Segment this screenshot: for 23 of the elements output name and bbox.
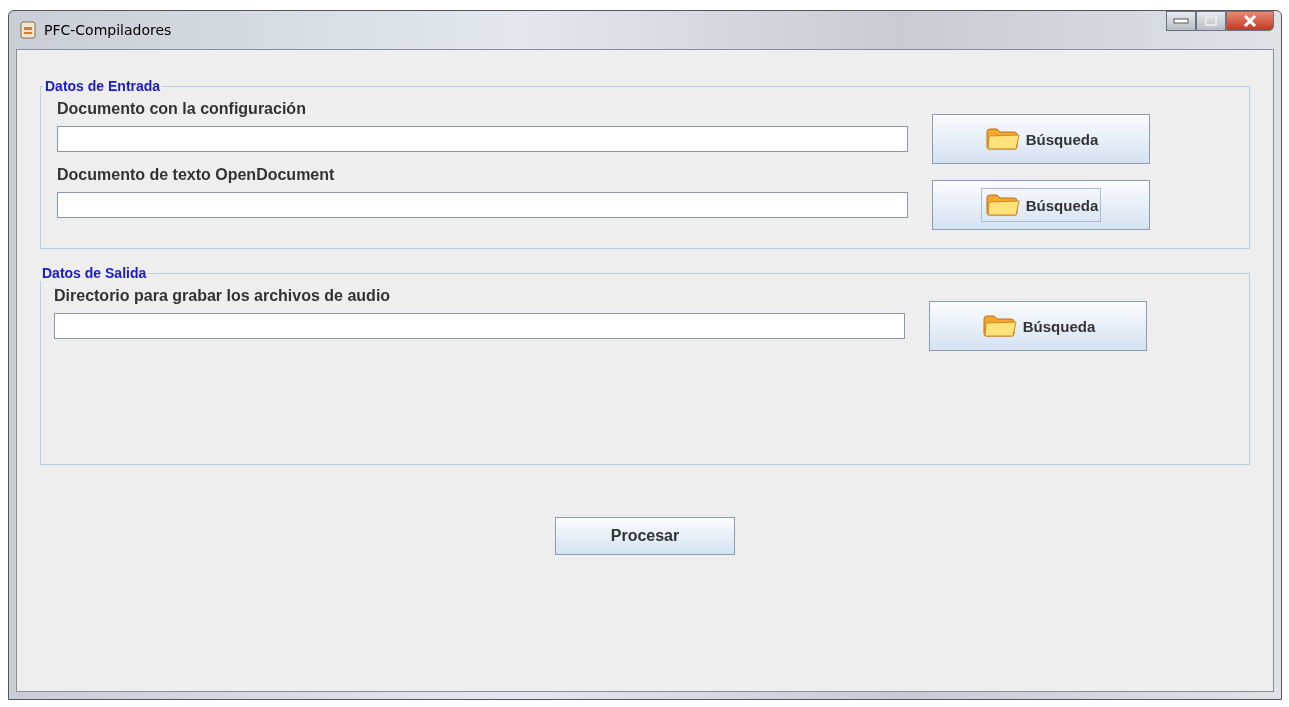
- folder-icon: [980, 314, 1017, 338]
- field-label: Directorio para grabar los archivos de audio: [54, 287, 392, 305]
- folder-icon: [983, 127, 1020, 151]
- input-field[interactable]: [57, 192, 908, 218]
- group-legend: Datos de Salida: [40, 265, 149, 281]
- close-icon: [1243, 15, 1257, 27]
- field-label: Documento con la configuración: [57, 100, 307, 118]
- window-title: PFC-Compiladores: [44, 22, 172, 38]
- search-button[interactable]: Búsqueda: [932, 180, 1150, 230]
- maximize-icon: [1205, 16, 1217, 26]
- field-label: Documento de texto OpenDocument: [57, 166, 336, 184]
- document-icon: [20, 21, 36, 39]
- input-field[interactable]: [57, 126, 908, 152]
- maximize-button[interactable]: [1196, 11, 1226, 31]
- search-button[interactable]: Búsqueda: [932, 114, 1150, 164]
- search-button[interactable]: Búsqueda: [929, 301, 1147, 351]
- group-legend: Datos de Entrada: [43, 78, 163, 94]
- minimize-icon: [1173, 18, 1189, 24]
- minimize-button[interactable]: [1166, 11, 1196, 31]
- input-field[interactable]: [54, 313, 905, 339]
- process-button[interactable]: Procesar: [555, 517, 735, 555]
- close-button[interactable]: [1226, 11, 1274, 31]
- folder-icon: [983, 193, 1020, 217]
